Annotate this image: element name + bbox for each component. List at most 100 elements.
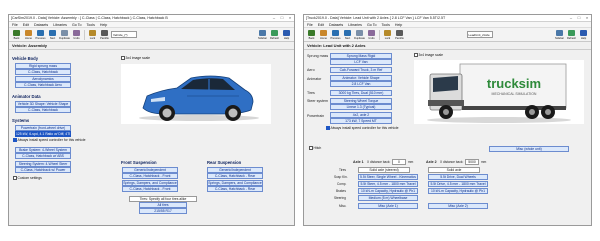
rear-compliance-link[interactable]: Springs, Dampers, and Compliance [207, 180, 263, 186]
aero-dataset[interactable]: C-Class, Hatchback Aero [15, 82, 71, 88]
axle-1-compliance[interactable]: 5.5t Steer, 4.5 mm - 1800 mm Travel [358, 181, 418, 187]
axle-2-xdist-input[interactable]: 5000 [465, 159, 479, 165]
image-scale-checkbox[interactable]: 3x4 image scale [121, 56, 150, 60]
hitch-checkbox[interactable]: Hitch [309, 146, 321, 150]
sidebar-button[interactable]: Sidebar [554, 29, 565, 40]
rigid-sprung-mass-link[interactable]: Rigid sprung mass [15, 63, 71, 69]
menu-datasets[interactable]: Datasets [329, 23, 343, 27]
animator-dataset[interactable]: C-Class, Hatchback [15, 107, 71, 113]
home-button[interactable]: Home [23, 29, 34, 40]
animator-dataset[interactable]: 2.8 LCF Van [330, 81, 392, 87]
tires-dataset[interactable]: 3000 kg Tires, Dual (510 mm) [330, 90, 392, 96]
brake-system-link[interactable]: Brake System: 4-Wheel System [15, 147, 71, 153]
maximize-button[interactable]: □ [280, 16, 284, 20]
checkbox-box[interactable] [13, 138, 17, 142]
custom-settings-checkbox[interactable]: Custom settings [13, 176, 42, 180]
dataset-name-field[interactable]: Vehicle_{*} [111, 31, 137, 38]
all-tires-link[interactable]: All tires [139, 202, 187, 208]
misc-whole-unit-link[interactable]: Misc (whole unit) [489, 146, 569, 152]
close-button[interactable]: × [288, 16, 292, 20]
menu-libraries[interactable]: Libraries [348, 23, 362, 27]
tire-dataset[interactable]: 215/55 R17 [139, 208, 187, 214]
axle-2-compliance[interactable]: 5.5t Drive, 4.5 mm - 1800 mm Travel [428, 181, 488, 187]
axle-1-kinematics[interactable]: 5.5t Steer, Single Wheel - Kinematics [358, 174, 418, 180]
duplicate-button[interactable]: Duplicate [59, 29, 70, 40]
powertrain-link[interactable]: 4x2, axle 2 [330, 112, 392, 118]
help-button[interactable]: Help [281, 29, 292, 40]
front-compliance-dataset[interactable]: C-Class, Hatchback - Front [122, 186, 178, 192]
axle-2-kinematics[interactable]: 5.5t Drive, Dual Wheels [428, 174, 488, 180]
steering-system-link[interactable]: Steering System: 4-Wheel Steer [15, 161, 71, 167]
front-kinematics-link[interactable]: Generic/Independent [122, 167, 178, 173]
home-button[interactable]: Home [318, 29, 329, 40]
menu-file[interactable]: File [307, 23, 313, 27]
menu-goto[interactable]: Go To [367, 23, 377, 27]
axle-1-misc[interactable]: Misc (Axle 1) [358, 203, 418, 209]
aerodynamics-link[interactable]: Aerodynamics [15, 76, 71, 82]
menu-tools[interactable]: Tools [87, 23, 95, 27]
sprung-mass-dataset[interactable]: LCF Van [330, 59, 392, 65]
axle-1-xdist-input[interactable]: 0 [392, 159, 406, 165]
menu-edit[interactable]: Edit [318, 23, 324, 27]
front-kinematics-dataset[interactable]: C-Class, Hatchback - Front [122, 173, 178, 179]
minimize-button[interactable]: – [569, 16, 573, 20]
checkbox-box[interactable] [326, 126, 330, 130]
back-button[interactable]: Back [11, 29, 22, 40]
previous-button[interactable]: Previous [330, 29, 341, 40]
rear-compliance-dataset[interactable]: C-Class, Hatchback - Rear [207, 186, 263, 192]
lock-button[interactable]: Lock [382, 29, 393, 40]
always-install-checkbox[interactable]: Always install speed controller for this… [326, 126, 399, 130]
menu-tools[interactable]: Tools [382, 23, 390, 27]
parsfile-button[interactable]: Parsfile [99, 29, 110, 40]
menu-goto[interactable]: Go To [72, 23, 82, 27]
menu-file[interactable]: File [12, 23, 18, 27]
steering-dataset[interactable]: C-Class, Hatchback w/ Power [15, 167, 71, 173]
axle-1-type-select[interactable]: Solid axle (steered) [358, 167, 410, 173]
rear-kinematics-dataset[interactable]: C-Class, Hatchback - Rear [207, 173, 263, 179]
powertrain-dataset[interactable]: 125 kW, 6-spd, 4.1 Ratio w/ Diff, 4TF [15, 131, 71, 137]
steering-dataset[interactable]: Linear 1.3 (Typical) [330, 104, 392, 110]
undo-button[interactable]: Undo [71, 29, 82, 40]
next-button[interactable]: Next [47, 29, 58, 40]
help-button[interactable]: Help [578, 29, 589, 40]
brake-dataset[interactable]: C-Class, Hatchback w/ ABS [15, 153, 71, 159]
checkbox-box[interactable] [121, 56, 125, 60]
menu-edit[interactable]: Edit [23, 23, 29, 27]
refresh-button[interactable]: Refresh [269, 29, 280, 40]
menu-help[interactable]: Help [100, 23, 107, 27]
axle-1-steering[interactable]: Medium (5 m) Wheelbase [358, 195, 418, 201]
menu-libraries[interactable]: Libraries [53, 23, 67, 27]
menu-datasets[interactable]: Datasets [34, 23, 48, 27]
minimize-button[interactable]: – [272, 16, 276, 20]
maximize-button[interactable]: □ [577, 16, 581, 20]
duplicate-button[interactable]: Duplicate [354, 29, 365, 40]
vehicle-shape-link[interactable]: Vehicle 3D Shape: Vehicle Shape [15, 101, 71, 107]
sprung-mass-link[interactable]: Sprung Mass Rigid [330, 53, 392, 59]
image-scale-checkbox[interactable]: 3x4 image scale [414, 53, 443, 57]
dataset-name-field[interactable]: LeadUnit_2Axle [466, 31, 493, 38]
checkbox-box[interactable] [13, 176, 17, 180]
undo-button[interactable]: Undo [366, 29, 377, 40]
steering-link[interactable]: Steering Wheel Torque [330, 98, 392, 104]
axle-2-misc[interactable]: Misc (Axle 2) [428, 203, 488, 209]
lock-button[interactable]: Lock [87, 29, 98, 40]
axle-2-brakes[interactable]: 10 kN-m Capacity, Hydraulic @ Ph1 [428, 188, 488, 194]
previous-button[interactable]: Previous [35, 29, 46, 40]
rear-kinematics-link[interactable]: Generic/Independent [207, 167, 263, 173]
front-compliance-link[interactable]: Springs, Dampers, and Compliance [122, 180, 178, 186]
aero-dataset[interactable]: Cab-Forward Truck, 3 m Ref [330, 67, 392, 73]
powertrain-dataset[interactable]: 173 kW, 7 Speed MT [330, 118, 392, 124]
powertrain-link[interactable]: Powertrain (front-wheel drive) [15, 125, 71, 131]
animator-link[interactable]: Animator: Vehicle Shape [330, 75, 392, 81]
close-button[interactable]: × [585, 16, 589, 20]
back-button[interactable]: Back [306, 29, 317, 40]
sprung-mass-dataset[interactable]: C-Class, Hatchback [15, 69, 71, 75]
sidebar-button[interactable]: Sidebar [257, 29, 268, 40]
parsfile-button[interactable]: Parsfile [394, 29, 405, 40]
next-button[interactable]: Next [342, 29, 353, 40]
refresh-button[interactable]: Refresh [566, 29, 577, 40]
menu-help[interactable]: Help [395, 23, 402, 27]
checkbox-box[interactable] [414, 53, 418, 57]
tires-mode-select[interactable]: Tires: Specify all four tires alike [129, 196, 197, 202]
axle-1-brakes[interactable]: 10 kN-m Capacity, Hydraulic @ Ph1 [358, 188, 418, 194]
